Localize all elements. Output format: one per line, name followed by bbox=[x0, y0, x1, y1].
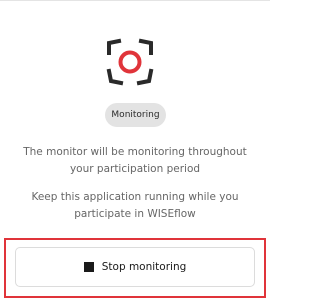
keep-running-message: Keep this application running while you … bbox=[31, 191, 239, 220]
monitor-panel: Monitoring The monitor will be monitorin… bbox=[0, 0, 270, 300]
stop-monitoring-label: Stop monitoring bbox=[101, 261, 187, 273]
stop-square-icon bbox=[83, 262, 94, 272]
status-badge: Monitoring bbox=[105, 103, 166, 127]
stop-monitoring-button[interactable]: Stop monitoring bbox=[15, 247, 255, 287]
focus-frame-record-icon bbox=[106, 38, 154, 86]
monitoring-message: The monitor will be monitoring throughou… bbox=[23, 146, 247, 175]
